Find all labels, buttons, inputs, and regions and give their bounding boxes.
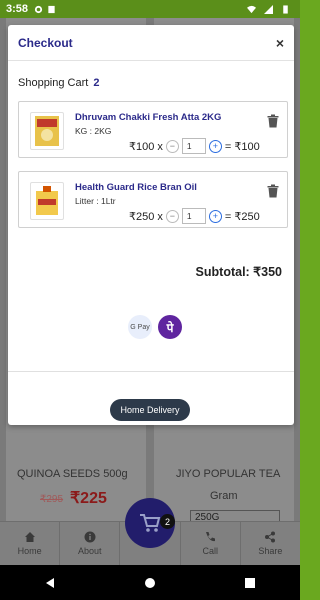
home-icon (24, 532, 35, 542)
decrease-quantity-button[interactable]: − (165, 209, 179, 223)
nav-home[interactable]: Home (0, 522, 61, 565)
quantity-input[interactable]: 1 (181, 208, 206, 224)
increase-quantity-button[interactable]: + (208, 139, 222, 153)
oil-bottle-icon (36, 186, 58, 215)
nav-home-label: Home (17, 546, 42, 556)
nav-share[interactable]: Share (241, 522, 300, 565)
bg-product-name-left[interactable]: QUINOA SEEDS 500g (17, 468, 128, 480)
nav-call[interactable]: Call (181, 522, 241, 565)
wifi-icon (247, 5, 256, 13)
item-variant: Litter : 1Ltr (75, 196, 116, 206)
sim-icon (48, 5, 55, 13)
bg-price-left: ₹225 (70, 490, 107, 507)
item-quantity-row: ₹250 x − 1 + = ₹250 (129, 208, 260, 224)
item-quantity-row: ₹100 x − 1 + = ₹100 (129, 138, 260, 154)
item-unit-price: ₹250 x (129, 210, 163, 223)
cart-item: Dhruvam Chakki Fresh Atta 2KG KG : 2KG ₹… (18, 101, 288, 158)
item-unit-price: ₹100 x (129, 140, 163, 153)
bg-product-unit-right: Gram (210, 490, 238, 502)
recents-icon[interactable] (244, 577, 256, 589)
bg-product-name-right[interactable]: JIYO POPULAR TEA (176, 468, 280, 480)
nav-call-label: Call (202, 546, 218, 556)
home-delivery-button[interactable]: Home Delivery (110, 399, 190, 421)
subtotal: Subtotal: ₹350 (195, 265, 282, 279)
close-button[interactable]: × (276, 35, 284, 51)
home-circle-icon[interactable] (144, 577, 156, 589)
nav-share-label: Share (258, 546, 283, 556)
share-icon (265, 531, 276, 543)
divider (8, 371, 294, 372)
cart-icon (140, 514, 161, 532)
google-pay-icon[interactable]: G Pay (128, 315, 152, 339)
cart-count-badge: 2 (160, 514, 175, 529)
decrease-quantity-button[interactable]: − (165, 139, 179, 153)
shopping-cart-label: Shopping Cart (18, 77, 89, 89)
trash-icon[interactable] (267, 184, 279, 198)
atta-package-icon (35, 116, 59, 146)
item-variant: KG : 2KG (75, 126, 112, 136)
checkout-modal: Checkout × Shopping Cart 2 Dhruvam Chakk… (8, 25, 294, 425)
shopping-cart-heading: Shopping Cart 2 (18, 77, 100, 89)
settings-icon (34, 5, 43, 13)
status-time: 3:58 (6, 3, 29, 15)
battery-icon (283, 4, 288, 14)
phonepe-icon[interactable]: पे (158, 315, 182, 339)
system-navigation-bar (0, 565, 300, 600)
back-icon[interactable] (44, 577, 56, 589)
status-bar: 3:58 (0, 0, 300, 18)
product-thumbnail (30, 182, 64, 220)
cart-item: Health Guard Rice Bran Oil Litter : 1Ltr… (18, 171, 288, 228)
modal-title: Checkout (18, 35, 73, 50)
modal-header: Checkout × (8, 25, 294, 61)
payment-options: G Pay पे (128, 315, 182, 339)
bg-old-price-left: ₹295 (40, 494, 64, 505)
item-total: = ₹100 (224, 140, 260, 153)
quantity-input[interactable]: 1 (181, 138, 206, 154)
signal-icon (264, 4, 273, 14)
product-thumbnail (30, 112, 64, 150)
increase-quantity-button[interactable]: + (208, 209, 222, 223)
item-total: = ₹250 (224, 210, 260, 223)
cart-count: 2 (93, 77, 100, 89)
trash-icon[interactable] (267, 114, 279, 128)
item-name[interactable]: Dhruvam Chakki Fresh Atta 2KG (75, 112, 221, 123)
nav-about-label: About (78, 546, 102, 556)
info-icon (84, 531, 96, 543)
phone-icon (206, 532, 216, 542)
nav-about[interactable]: About (60, 522, 121, 565)
item-name[interactable]: Health Guard Rice Bran Oil (75, 182, 197, 193)
